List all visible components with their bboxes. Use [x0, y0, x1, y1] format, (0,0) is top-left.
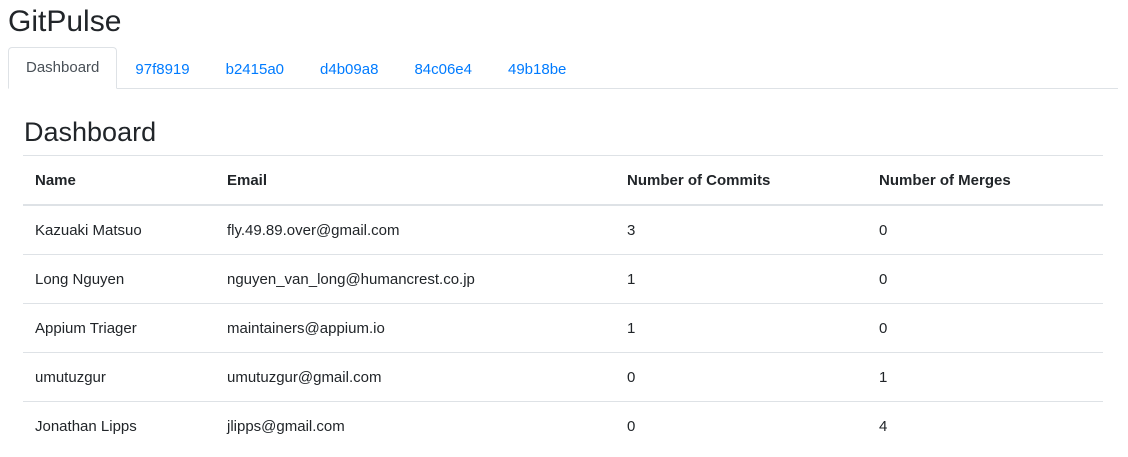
cell-email: nguyen_van_long@humancrest.co.jp	[215, 254, 615, 304]
column-header-merges: Number of Merges	[867, 155, 1103, 206]
cell-email: fly.49.89.over@gmail.com	[227, 221, 400, 239]
commit-tabs: Dashboard 97f8919 b2415a0 d4b09a8 84c06e…	[8, 47, 1118, 89]
cell-commits: 0	[615, 401, 867, 450]
column-header-commits: Number of Commits	[615, 155, 867, 206]
cell-commits: 0	[615, 352, 867, 402]
cell-name: Kazuaki Matsuo	[35, 221, 142, 239]
table-header-row: Name Email Number of Commits Number of M…	[23, 155, 1103, 206]
cell-commits: 1	[615, 254, 867, 304]
cell-merges: 1	[867, 352, 1103, 402]
cell-merges: 0	[867, 303, 1103, 353]
contributors-table: Name Email Number of Commits Number of M…	[23, 155, 1103, 450]
tab-commit-d4b09a8[interactable]: d4b09a8	[302, 49, 396, 89]
app-title: GitPulse	[8, 5, 122, 38]
cell-email: umutuzgur@gmail.com	[215, 352, 615, 402]
table-row: Appium Triager maintainers@appium.io 1 0	[23, 303, 1103, 353]
cell-name: Jonathan Lipps	[23, 401, 215, 450]
table-row: Jonathan Lipps jlipps@gmail.com 0 4	[23, 401, 1103, 450]
table-row: Kazuaki Matsuo fly.49.89.over@gmail.com …	[23, 205, 1103, 255]
cell-merges: 0	[879, 221, 888, 239]
table-row: umutuzgur umutuzgur@gmail.com 0 1	[23, 352, 1103, 402]
column-header-email: Email	[215, 155, 615, 206]
cell-name: Appium Triager	[23, 303, 215, 353]
tab-commit-84c06e4[interactable]: 84c06e4	[396, 49, 490, 89]
tab-commit-b2415a0[interactable]: b2415a0	[208, 49, 302, 89]
cell-email: maintainers@appium.io	[215, 303, 615, 353]
page-title: Dashboard	[24, 117, 157, 147]
cell-name: Long Nguyen	[23, 254, 215, 304]
tab-commit-97f8919[interactable]: 97f8919	[117, 49, 207, 89]
tab-commit-49b18be[interactable]: 49b18be	[490, 49, 584, 89]
cell-merges: 0	[867, 254, 1103, 304]
cell-merges: 4	[867, 401, 1103, 450]
cell-commits: 3	[627, 221, 636, 239]
tab-dashboard[interactable]: Dashboard	[8, 47, 118, 89]
column-header-name: Name	[23, 155, 215, 206]
cell-name: umutuzgur	[23, 352, 215, 402]
cell-email: jlipps@gmail.com	[215, 401, 615, 450]
table-row: Long Nguyen nguyen_van_long@humancrest.c…	[23, 254, 1103, 304]
cell-commits: 1	[615, 303, 867, 353]
